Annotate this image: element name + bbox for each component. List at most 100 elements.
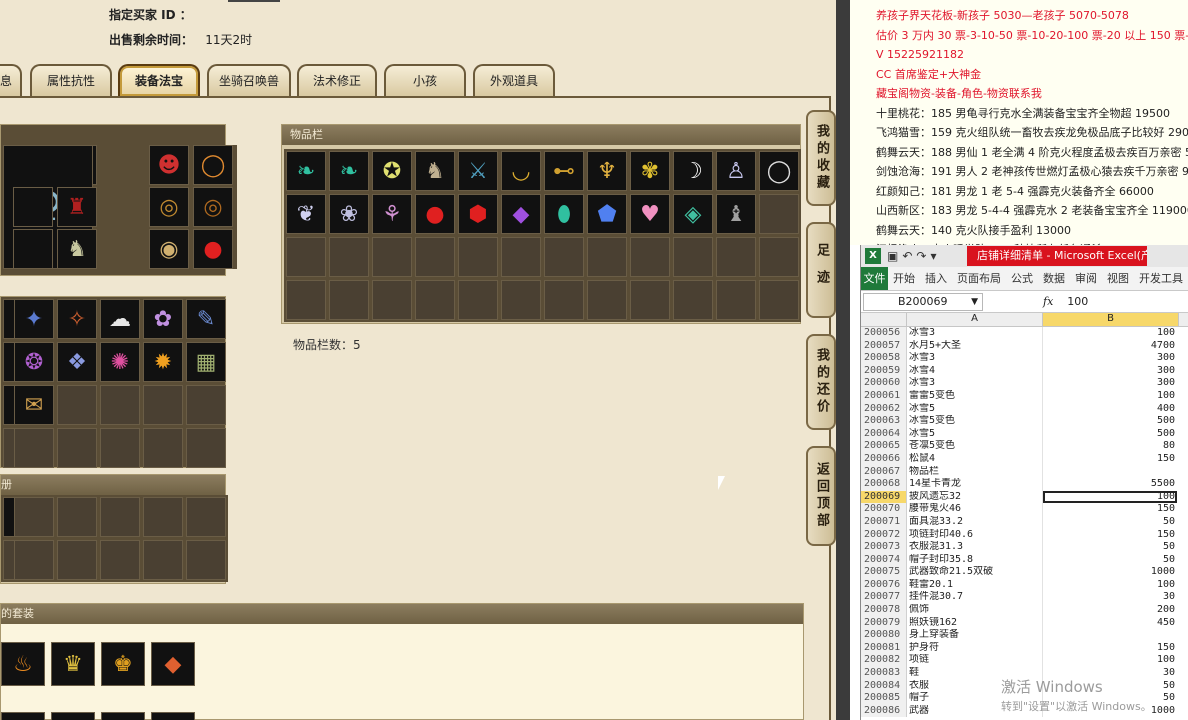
row-number[interactable]: 200084 [861, 679, 907, 693]
select-all-corner[interactable] [861, 313, 907, 326]
row-number[interactable]: 200085 [861, 692, 907, 705]
cell-b[interactable]: 400 [1043, 403, 1177, 416]
inventory-slot[interactable]: ❧ [329, 151, 369, 191]
row-number[interactable]: 200061 [861, 389, 907, 403]
cell-a[interactable]: 冰雪5变色 [907, 415, 1043, 428]
tab-attributes[interactable]: 属性抗性 [30, 64, 112, 96]
tab-basic-info[interactable]: 息 [0, 64, 22, 96]
row-number[interactable]: 200082 [861, 654, 907, 668]
inventory-slot-empty[interactable] [630, 280, 670, 320]
cell-a[interactable]: 腰带鬼火46 [907, 503, 1043, 516]
book-slot-empty[interactable] [186, 540, 226, 580]
cell-b[interactable]: 4700 [1043, 340, 1177, 353]
inventory-slot[interactable]: ⬢ [458, 194, 498, 234]
cell-a[interactable]: 挂件混30.7 [907, 591, 1043, 605]
fx-icon[interactable]: fx [1043, 295, 1053, 308]
row-number[interactable]: 200077 [861, 591, 907, 605]
tab-equipment[interactable]: 装备法宝 [118, 64, 200, 96]
inventory-slot-empty[interactable] [673, 280, 713, 320]
costume-item[interactable]: ♛ [51, 642, 95, 686]
row-number[interactable]: 200074 [861, 553, 907, 567]
cell-a[interactable]: 帽子封印35.8 [907, 553, 1043, 567]
treasure-slot[interactable]: ✎ [186, 299, 226, 339]
treasure-slot-empty[interactable] [186, 385, 226, 425]
equip-slot-shoes[interactable]: ♞ [57, 229, 97, 269]
ribbon-tab[interactable]: 文件 [861, 267, 888, 290]
row-number[interactable]: 200076 [861, 578, 907, 592]
costume-item[interactable] [101, 712, 145, 720]
cell-a[interactable]: 佩饰 [907, 604, 1043, 617]
inventory-slot-empty[interactable] [415, 280, 455, 320]
inventory-slot[interactable]: ♆ [587, 151, 627, 191]
treasure-slot[interactable]: ❖ [57, 342, 97, 382]
my-favorites-button[interactable]: 我的收藏 [806, 110, 836, 206]
inventory-slot[interactable]: ✾ [630, 151, 670, 191]
row-number[interactable]: 200067 [861, 465, 907, 479]
treasure-slot-empty[interactable] [57, 428, 97, 468]
treasure-slot-empty[interactable] [143, 428, 183, 468]
treasure-slot[interactable]: ☁ [100, 299, 140, 339]
costume-item[interactable] [151, 712, 195, 720]
inventory-slot[interactable]: ⬟ [587, 194, 627, 234]
tab-spell-correction[interactable]: 法术修正 [297, 64, 377, 96]
cell-b[interactable]: 100 [1043, 327, 1177, 340]
inventory-slot[interactable]: ☽ [673, 151, 713, 191]
cell-b[interactable]: 150 [1043, 642, 1177, 655]
inventory-slot[interactable]: ♝ [716, 194, 756, 234]
inventory-slot-empty[interactable] [329, 237, 369, 277]
cell-b[interactable]: 50 [1043, 554, 1177, 567]
equip-slot-mask[interactable]: ☻ [149, 145, 189, 185]
book-slot-empty[interactable] [14, 497, 54, 537]
treasure-slot-empty[interactable] [14, 428, 54, 468]
book-slot-empty[interactable] [57, 497, 97, 537]
cell-b[interactable]: 100 [1043, 490, 1177, 504]
equip-slot-armor[interactable]: ♜ [57, 187, 97, 227]
inventory-slot[interactable]: ✪ [372, 151, 412, 191]
ribbon-tab[interactable]: 视图 [1102, 267, 1134, 290]
row-number[interactable]: 200069 [861, 490, 907, 504]
cell-a[interactable]: 14星卡青龙 [907, 478, 1043, 491]
book-slot-empty[interactable] [57, 540, 97, 580]
row-number[interactable]: 200057 [861, 339, 907, 353]
treasure-slot[interactable]: ✿ [143, 299, 183, 339]
inventory-slot-empty[interactable] [415, 237, 455, 277]
inventory-slot-empty[interactable] [501, 237, 541, 277]
cell-a[interactable]: 照妖镜162 [907, 616, 1043, 630]
inventory-slot-empty[interactable] [458, 280, 498, 320]
inventory-slot-empty[interactable] [759, 280, 799, 320]
cell-a[interactable]: 项链封印40.6 [907, 528, 1043, 542]
inventory-slot-empty[interactable] [716, 237, 756, 277]
book-slot-empty[interactable] [143, 540, 183, 580]
cell-b[interactable]: 450 [1043, 617, 1177, 630]
cell-b[interactable] [1043, 629, 1177, 642]
equip-slot-ring2[interactable]: ◎ [193, 187, 233, 227]
footprints-button[interactable]: 足迹 [806, 222, 836, 318]
cell-a[interactable]: 冰雪3 [907, 352, 1043, 365]
inventory-slot[interactable]: ♥ [630, 194, 670, 234]
name-box[interactable]: B200069 ▼ [863, 292, 983, 311]
tab-child[interactable]: 小孩 [384, 64, 466, 96]
row-number[interactable]: 200059 [861, 364, 907, 378]
row-number[interactable]: 200086 [861, 704, 907, 718]
inventory-slot-empty[interactable] [458, 237, 498, 277]
ribbon-tab[interactable]: 公式 [1006, 267, 1038, 290]
costume-item[interactable]: ♚ [101, 642, 145, 686]
inventory-slot-empty[interactable] [759, 194, 799, 234]
cell-a[interactable]: 项链 [907, 654, 1043, 668]
cell-a[interactable]: 披风遗忘32 [907, 490, 1043, 504]
cell-a[interactable]: 冰雪4 [907, 364, 1043, 378]
cell-a[interactable]: 苍凛5变色 [907, 440, 1043, 453]
back-to-top-button[interactable]: 返回顶部 [806, 446, 836, 546]
inventory-slot-empty[interactable] [372, 237, 412, 277]
column-header-a[interactable]: A [907, 313, 1043, 326]
tab-mounts-pets[interactable]: 坐骑召唤兽 [207, 64, 291, 96]
equip-slot-belt[interactable]: ◉ [149, 229, 189, 269]
cell-a[interactable]: 身上穿装备 [907, 629, 1043, 642]
cell-b[interactable]: 100 [1043, 654, 1177, 667]
cell-a[interactable]: 冰雪5 [907, 427, 1043, 441]
cell-b[interactable]: 100 [1043, 390, 1177, 403]
inventory-slot-empty[interactable] [501, 280, 541, 320]
cell-a[interactable]: 冰雪5 [907, 402, 1043, 416]
treasure-slot-empty[interactable] [57, 385, 97, 425]
cell-b[interactable]: 300 [1043, 352, 1177, 365]
